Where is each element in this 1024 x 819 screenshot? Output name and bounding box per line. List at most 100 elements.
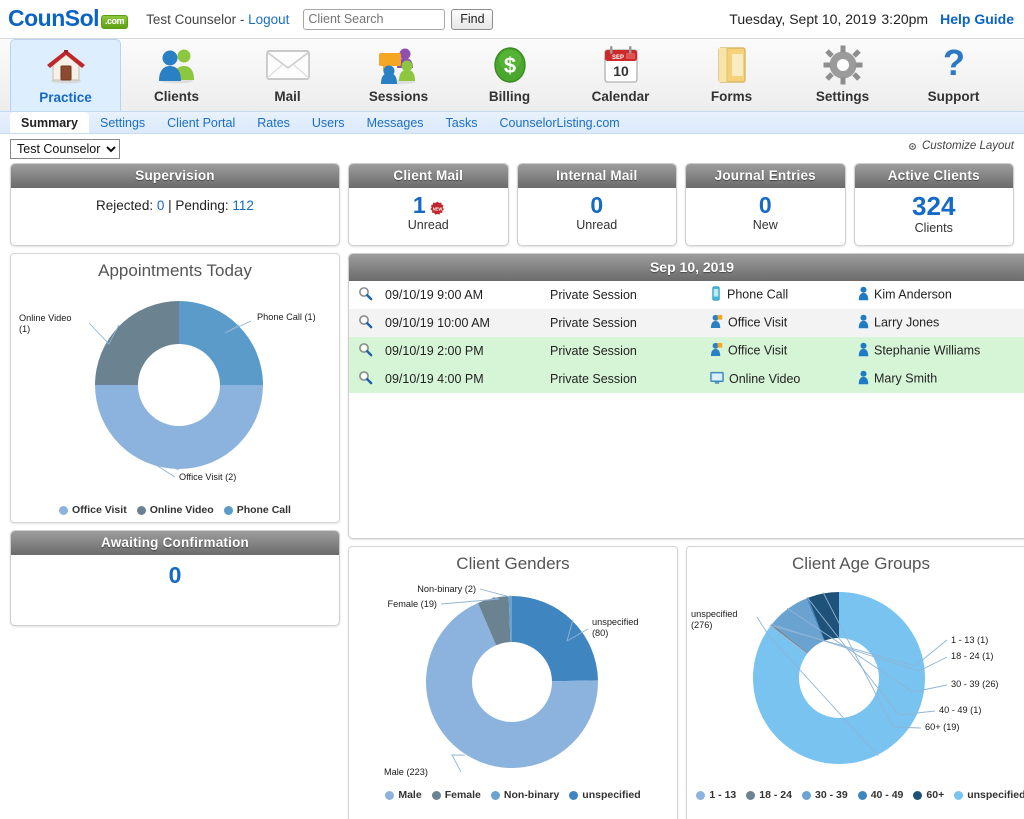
subnav-item-counselorlisting-com[interactable]: CounselorListing.com — [489, 112, 631, 133]
user-session-info: Test Counselor - Logout — [146, 12, 289, 27]
magnifier-icon[interactable] — [358, 371, 373, 388]
supervision-body: Rejected: 0 | Pending: 112 — [11, 188, 339, 245]
magnifier-icon[interactable] — [358, 315, 373, 332]
legend-item[interactable]: 1 - 13 — [696, 789, 736, 801]
logo-text: CounSol — [8, 5, 100, 31]
client-search-input[interactable] — [303, 8, 446, 30]
legend-color-swatch — [385, 790, 395, 800]
legend-item[interactable]: 30 - 39 — [801, 789, 848, 801]
legend-item[interactable]: Female — [431, 789, 481, 801]
client-genders-panel: Client Genders unspecified (80) Male (223)… — [348, 546, 678, 819]
nav-item-clients[interactable]: Clients — [121, 39, 232, 111]
client-genders-donut-chart[interactable]: unspecified (80) Male (223) Female (19) Non-… — [349, 574, 677, 787]
legend-color-swatch — [136, 505, 146, 515]
subnav-item-rates[interactable]: Rates — [246, 112, 301, 133]
supervision-pending-value[interactable]: 112 — [232, 198, 254, 213]
kpi-card-active-clients[interactable]: Active Clients 324 Clients — [853, 163, 1014, 246]
counsol-logo[interactable]: CounSol .com — [8, 5, 129, 31]
dashboard-content: Test Counselor Customize Layout Supervis… — [0, 134, 1024, 819]
slice-phone-call[interactable] — [179, 301, 263, 385]
appointments-donut-chart[interactable]: Phone Call (1) Office Visit (2) Online Vid… — [11, 281, 339, 502]
legend-item[interactable]: 40 - 49 — [857, 789, 903, 801]
slice-unspecified[interactable] — [512, 596, 598, 682]
legend-label: 1 - 13 — [709, 789, 737, 801]
slice-label: unspecified — [691, 609, 737, 619]
question-mark-icon: ? — [938, 43, 970, 87]
nav-item-label: Support — [927, 89, 980, 104]
legend-color-swatch — [801, 790, 811, 800]
nav-item-settings[interactable]: Settings — [787, 39, 898, 111]
kpi-card-client-mail[interactable]: Client Mail 1 NEW Unread — [348, 163, 509, 246]
session-table-row[interactable]: 09/10/19 2:00 PM Private Session Office … — [349, 337, 1024, 365]
nav-item-support[interactable]: ? Support — [898, 39, 1009, 111]
slice-office-visit[interactable] — [95, 385, 263, 469]
kpi-row: Supervision Rejected: 0 | Pending: 112 C… — [10, 163, 1014, 246]
awaiting-confirmation-title: Awaiting Confirmation — [11, 531, 339, 555]
supervision-title: Supervision — [11, 164, 339, 188]
legend-item[interactable]: Office Visit — [59, 504, 127, 516]
nav-item-label: Forms — [710, 89, 753, 104]
legend-label: Non-binary — [503, 789, 560, 801]
sessions-date-header: Sep 10, 2019 — [349, 254, 1024, 281]
nav-item-label: Mail — [274, 89, 301, 104]
session-table-row[interactable]: 09/10/19 10:00 AM Private Session Office… — [349, 309, 1024, 337]
nav-item-mail[interactable]: Mail — [232, 39, 343, 111]
session-mode-label: Online Video — [729, 371, 801, 386]
kpi-body: 1 NEW Unread — [349, 188, 508, 245]
nav-item-sessions[interactable]: Sessions — [343, 39, 454, 111]
nav-item-practice[interactable]: Practice — [10, 39, 121, 111]
counselor-select[interactable]: Test Counselor — [10, 139, 120, 159]
session-view-icon-cell[interactable] — [349, 281, 381, 309]
session-table-row[interactable]: 09/10/19 9:00 AM Private Session Phone C… — [349, 281, 1024, 309]
find-button[interactable]: Find — [451, 8, 494, 30]
legend-label: unspecified — [582, 789, 641, 801]
session-mode-label: Office Visit — [728, 315, 788, 330]
legend-item[interactable]: 60+ — [913, 789, 944, 801]
session-view-icon-cell[interactable] — [349, 337, 381, 365]
session-view-icon-cell[interactable] — [349, 309, 381, 337]
legend-color-swatch — [913, 790, 923, 800]
subnav-item-summary[interactable]: Summary — [10, 112, 89, 133]
session-datetime: 09/10/19 10:00 AM — [385, 316, 490, 330]
svg-text:SEP: SEP — [612, 55, 624, 61]
customize-layout-label: Customize Layout — [921, 140, 1014, 152]
logout-link[interactable]: Logout — [248, 12, 289, 27]
subnav-item-settings[interactable]: Settings — [89, 112, 156, 133]
legend-item[interactable]: unspecified — [569, 789, 641, 801]
legend-label: Phone Call — [236, 504, 291, 516]
legend-item[interactable]: Phone Call — [223, 504, 291, 516]
kpi-value: 0 — [758, 192, 772, 218]
nav-item-calendar[interactable]: SEP 10 Calendar — [565, 39, 676, 111]
legend-item[interactable]: Male — [385, 789, 422, 801]
subnav-item-client-portal[interactable]: Client Portal — [156, 112, 246, 133]
magnifier-icon[interactable] — [358, 343, 373, 360]
help-guide-link[interactable]: Help Guide — [940, 11, 1014, 27]
subnav-item-users[interactable]: Users — [301, 112, 356, 133]
supervision-panel: Supervision Rejected: 0 | Pending: 112 — [10, 163, 340, 246]
slice-label: Female (19) — [387, 599, 437, 609]
legend-item[interactable]: 18 - 24 — [746, 789, 792, 801]
kpi-card-internal-mail[interactable]: Internal Mail 0 Unread — [516, 163, 677, 246]
nav-item-forms[interactable]: Forms — [676, 39, 787, 111]
legend-item[interactable]: unspecified — [954, 789, 1024, 801]
subnav-item-messages[interactable]: Messages — [356, 112, 435, 133]
legend-color-swatch — [569, 790, 579, 800]
sessions-table: 09/10/19 9:00 AM Private Session Phone C… — [349, 281, 1024, 393]
person-icon — [858, 370, 869, 388]
slice-label: 40 - 49 (1) — [939, 705, 981, 715]
session-table-row[interactable]: 09/10/19 4:00 PM Private Session Online … — [349, 365, 1024, 393]
kpi-card-journal-entries[interactable]: Journal Entries 0 New — [685, 163, 846, 246]
subnav-item-tasks[interactable]: Tasks — [435, 112, 489, 133]
leader-line — [451, 754, 465, 773]
customize-layout-link[interactable]: Customize Layout — [907, 140, 1014, 152]
client-age-groups-donut-chart[interactable]: unspecified (276) 1 - 13 (1) 18 - 24 (1) 30 … — [687, 574, 1024, 787]
right-column: Sep 10, 2019 09/10/19 9:00 AM Private Se… — [348, 253, 1024, 819]
current-user-name: Test Counselor - — [146, 11, 249, 27]
magnifier-icon[interactable] — [358, 287, 373, 304]
legend-item[interactable]: Online Video — [136, 504, 214, 516]
legend-label: unspecified — [967, 789, 1024, 801]
chat-people-icon — [376, 43, 422, 87]
session-view-icon-cell[interactable] — [349, 365, 381, 393]
nav-item-billing[interactable]: $ Billing — [454, 39, 565, 111]
legend-item[interactable]: Non-binary — [490, 789, 560, 801]
